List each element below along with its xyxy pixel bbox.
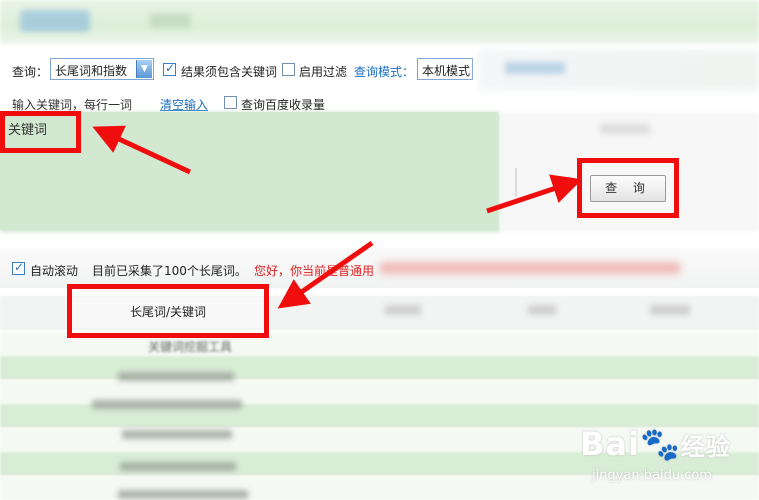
- arrow-to-keyword: [92, 125, 192, 175]
- arrow-to-query: [486, 174, 583, 214]
- paw-icon: 🐾: [639, 425, 681, 463]
- arrow-to-column: [277, 240, 374, 309]
- baidu-watermark: Bai🐾经验: [580, 425, 731, 463]
- watermark-url: jingyan.baidu.com: [592, 468, 712, 483]
- watermark-brand-cn: 经验: [680, 433, 731, 461]
- watermark-brand: Bai: [580, 425, 640, 463]
